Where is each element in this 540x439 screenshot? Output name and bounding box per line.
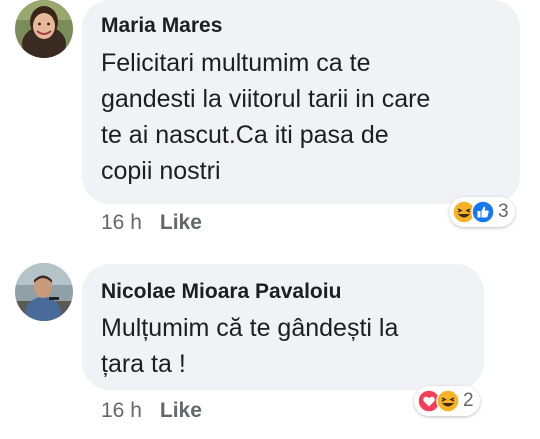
comment-timestamp[interactable]: 16 h <box>101 211 142 234</box>
comment-text-line: Felicitari multumim ca te <box>101 49 371 77</box>
comment-text-line: țara ta ! <box>101 350 186 378</box>
avatar[interactable] <box>15 263 73 321</box>
reaction-count: 3 <box>498 201 509 222</box>
comment-text-line: te ai nascut.Ca iti pasa de <box>101 121 389 149</box>
like-button[interactable]: Like <box>160 211 202 234</box>
comment-text-line: Mulțumim că te gândești la <box>101 314 399 342</box>
comment-author[interactable]: Nicolae Mioara Pavaloiu <box>101 280 341 304</box>
comment-text: Mulțumim că te gândești la țara ta ! <box>101 310 398 382</box>
avatar[interactable] <box>15 0 73 58</box>
reaction-summary[interactable]: 2 <box>414 386 480 416</box>
haha-icon <box>436 389 460 413</box>
comment-text: Felicitari multumim ca te gandesti la vi… <box>101 45 430 189</box>
comment-meta: 16 h Like <box>101 399 202 423</box>
comment-timestamp[interactable]: 16 h <box>101 399 142 422</box>
comment-meta: 16 h Like <box>101 211 202 235</box>
comment-text-line: gandesti la viitorul tarii in care <box>101 85 431 113</box>
reaction-count: 2 <box>463 390 474 411</box>
reaction-summary[interactable]: 3 <box>449 197 515 227</box>
comment-author[interactable]: Maria Mares <box>101 14 222 38</box>
comment-text-line: copii nostri <box>101 157 221 185</box>
like-button[interactable]: Like <box>160 399 202 422</box>
like-icon <box>471 200 495 224</box>
